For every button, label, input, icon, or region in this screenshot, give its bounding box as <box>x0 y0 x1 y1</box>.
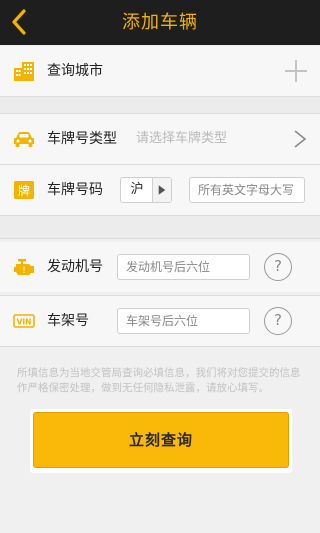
chevron-right-icon <box>294 130 307 148</box>
plate-badge-icon: 牌 <box>14 181 34 199</box>
vin-help-icon[interactable]: ? <box>264 307 292 335</box>
page-title: 添加车辆 <box>122 12 198 33</box>
plate-type-label: 车牌号类型 <box>47 131 117 147</box>
car-icon <box>14 132 34 147</box>
privacy-notice: 所填信息为当地交管局查询必填信息，我们将对您提交的信息作严格保密处理，做到无任何… <box>17 367 301 394</box>
query-now-button[interactable]: 立刻查询 <box>33 412 289 468</box>
engine-row: ! 发动机号 发动机号后六位 ? <box>0 242 320 292</box>
svg-text:!: ! <box>22 266 26 276</box>
add-city-plus-icon[interactable] <box>284 59 308 83</box>
plate-type-placeholder: 请选择车牌类型 <box>136 131 228 146</box>
divider <box>0 238 320 239</box>
section-gap <box>0 97 320 114</box>
city-label: 查询城市 <box>47 63 103 79</box>
engine-label: 发动机号 <box>47 259 103 275</box>
vin-number-input[interactable]: 车架号后六位 <box>117 308 250 334</box>
plate-number-row: 牌 车牌号码 沪 所有英文字母大写 <box>0 165 320 215</box>
triangle-right-icon <box>152 178 171 202</box>
divider <box>0 346 320 347</box>
city-row[interactable]: 查询城市 <box>0 46 320 96</box>
province-select[interactable]: 沪 <box>120 177 172 203</box>
vin-row: VIN 车架号 车架号后六位 ? <box>0 296 320 346</box>
vin-label: 车架号 <box>47 313 89 329</box>
plate-number-input[interactable]: 所有英文字母大写 <box>189 177 305 203</box>
submit-container: 立刻查询 <box>30 409 292 473</box>
engine-icon: ! <box>14 259 34 276</box>
plate-number-label: 车牌号码 <box>47 182 103 198</box>
building-icon <box>14 62 34 81</box>
plate-type-row[interactable]: 车牌号类型 请选择车牌类型 <box>0 114 320 164</box>
svg-text:牌: 牌 <box>18 184 30 198</box>
section-gap <box>0 216 320 238</box>
svg-text:VIN: VIN <box>17 318 32 327</box>
title-bar: 添加车辆 <box>0 0 320 45</box>
engine-number-input[interactable]: 发动机号后六位 <box>117 254 250 280</box>
province-value: 沪 <box>130 182 144 197</box>
engine-help-icon[interactable]: ? <box>264 253 292 281</box>
vin-icon: VIN <box>13 314 35 328</box>
